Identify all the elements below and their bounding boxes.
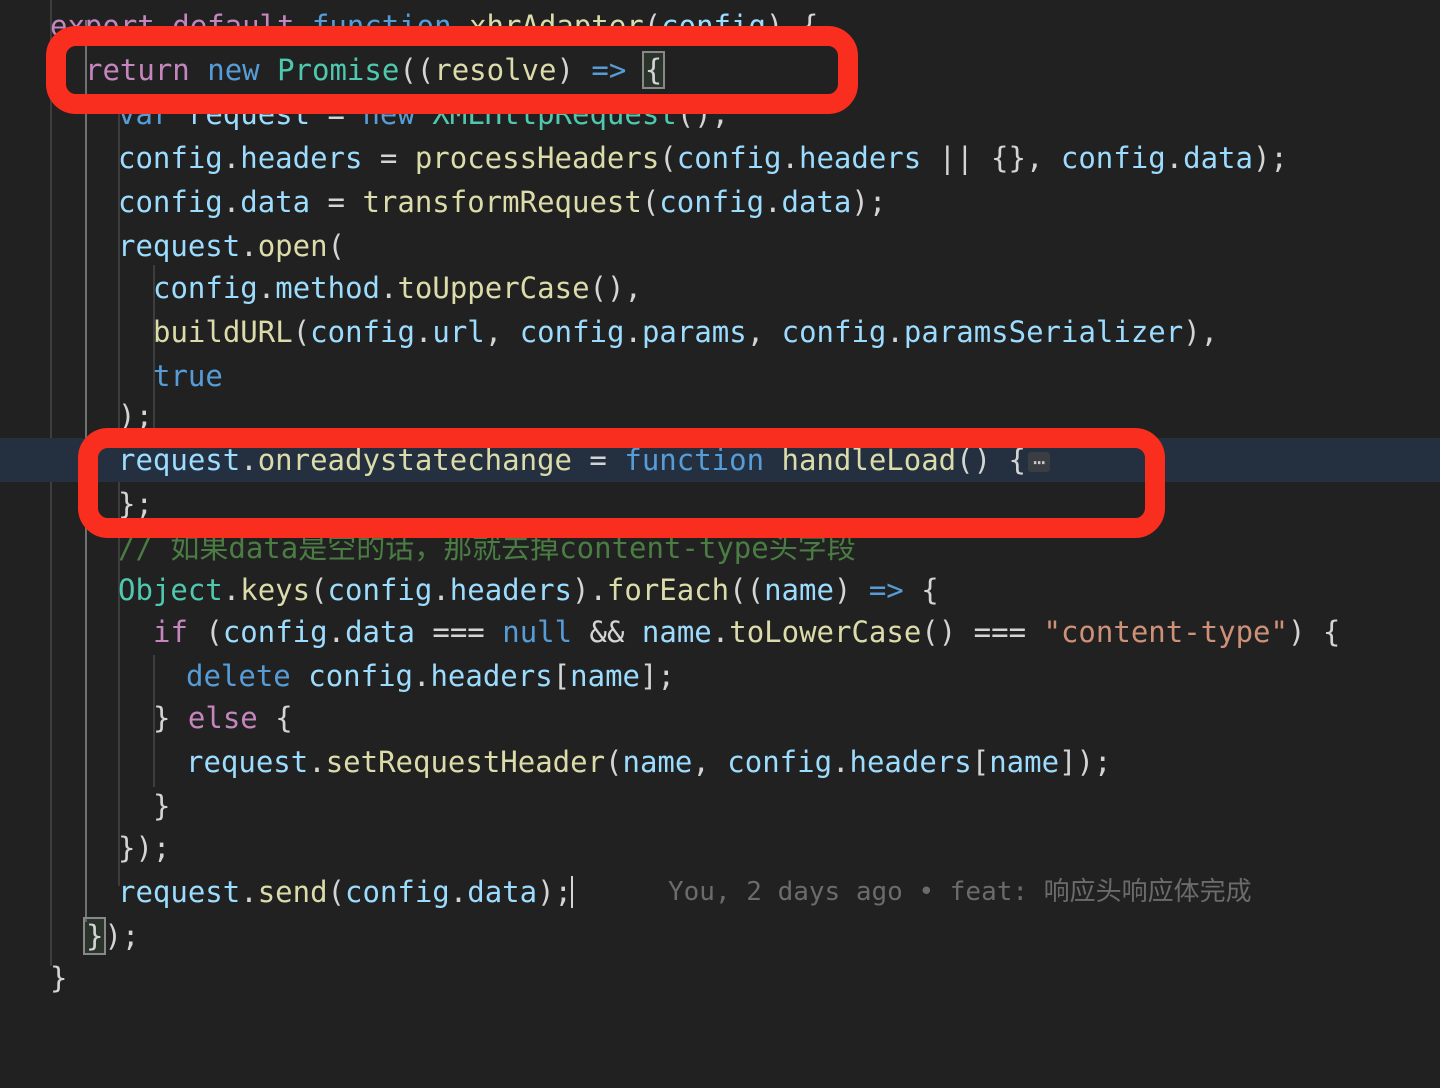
code-line-text: } (50, 961, 68, 995)
code-line[interactable]: Object.keys(config.headers).forEach((nam… (0, 568, 1440, 612)
code-line-text: }); (82, 917, 140, 955)
code-line[interactable]: delete config.headers[name]; (0, 654, 1440, 698)
code-line[interactable]: }; (0, 482, 1440, 526)
code-line-text: ); (118, 399, 153, 433)
code-line-text: } else { (153, 701, 293, 735)
code-line[interactable]: ); (0, 394, 1440, 438)
code-line-text: } (153, 789, 171, 823)
code-editor[interactable]: export default function xhrAdapter(confi… (0, 0, 1440, 1006)
bracket-match-highlight: { (641, 51, 666, 89)
code-line[interactable]: var request = new XMLHttpRequest(); (0, 92, 1440, 136)
code-line[interactable]: return new Promise((resolve) => { (0, 48, 1440, 92)
code-line[interactable]: config.data = transformRequest(config.da… (0, 180, 1440, 224)
code-line[interactable]: }); (0, 914, 1440, 958)
code-line[interactable]: if (config.data === null && name.toLower… (0, 610, 1440, 654)
code-line[interactable]: config.method.toUpperCase(), (0, 266, 1440, 310)
code-line-text: request.onreadystatechange = function ha… (118, 438, 1051, 482)
code-line[interactable]: }); (0, 826, 1440, 870)
code-line-text: var request = new XMLHttpRequest(); (118, 97, 730, 131)
code-line-comment[interactable]: // 如果data是空的话，那就去掉content-type头字段 (0, 526, 1440, 570)
code-line-text: config.data = transformRequest(config.da… (118, 185, 887, 219)
code-line[interactable]: buildURL(config.url, config.params, conf… (0, 310, 1440, 354)
code-line[interactable]: } (0, 956, 1440, 1000)
code-line-active[interactable]: request.onreadystatechange = function ha… (0, 438, 1440, 482)
code-line[interactable]: export default function xhrAdapter(confi… (0, 4, 1440, 48)
code-line-text: request.send(config.data); (118, 875, 573, 909)
code-line-text: return new Promise((resolve) => { (85, 51, 666, 89)
bracket-match-highlight: } (82, 917, 107, 955)
code-line[interactable]: } else { (0, 696, 1440, 740)
code-line-text: }; (118, 487, 153, 521)
code-line-text: }); (118, 831, 171, 865)
code-line-text: export default function xhrAdapter(confi… (50, 9, 819, 43)
text-caret (571, 876, 573, 908)
code-line[interactable]: true (0, 354, 1440, 398)
folded-region-marker[interactable]: ⋯ (1027, 452, 1051, 472)
code-line-text: request.setRequestHeader(name, config.he… (186, 745, 1112, 779)
code-line[interactable]: config.headers = processHeaders(config.h… (0, 136, 1440, 180)
code-line-text: config.method.toUpperCase(), (153, 271, 642, 305)
code-line-text: config.headers = processHeaders(config.h… (118, 141, 1288, 175)
code-line-text: delete config.headers[name]; (186, 659, 675, 693)
code-line-text: Object.keys(config.headers).forEach((nam… (118, 573, 939, 607)
code-line-text: buildURL(config.url, config.params, conf… (153, 315, 1219, 349)
code-content-area[interactable]: export default function xhrAdapter(confi… (0, 0, 1440, 1006)
git-blame-annotation[interactable]: You, 2 days ago • feat: 响应头响应体完成 (668, 870, 1252, 914)
code-line[interactable]: request.setRequestHeader(name, config.he… (0, 740, 1440, 784)
code-line-text: request.open( (118, 229, 345, 263)
code-line-text: if (config.data === null && name.toLower… (153, 615, 1341, 649)
code-line[interactable]: request.send(config.data); You, 2 days a… (0, 870, 1440, 914)
code-line-text: // 如果data是空的话，那就去掉content-type头字段 (118, 531, 856, 565)
code-line[interactable]: request.open( (0, 224, 1440, 268)
code-line[interactable]: } (0, 784, 1440, 828)
code-line-text: true (153, 359, 223, 393)
